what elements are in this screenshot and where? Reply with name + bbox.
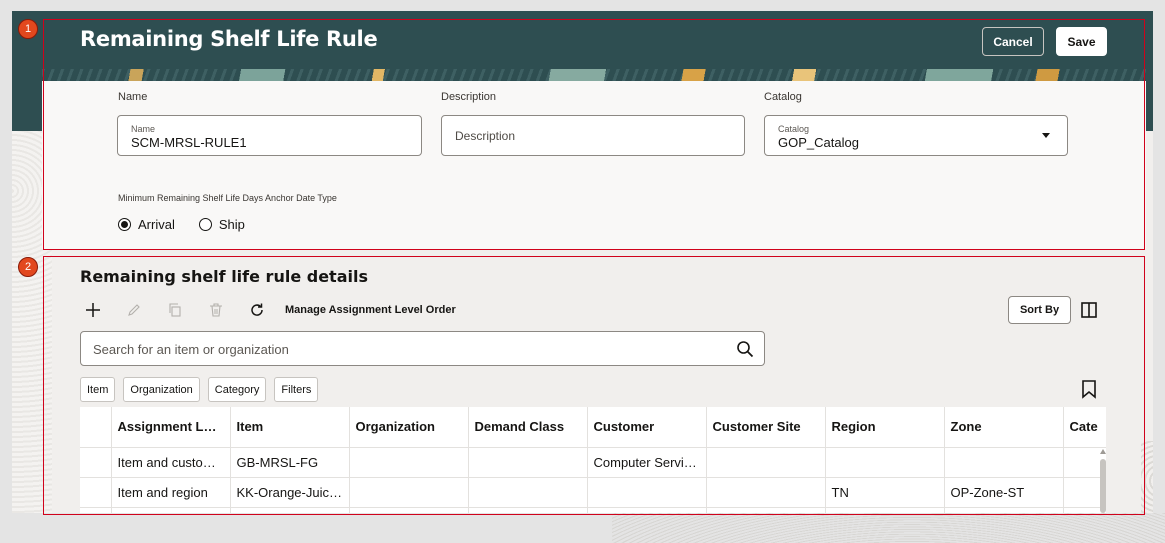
description-label: Description (441, 91, 497, 103)
radio-arrival-label: Arrival (138, 217, 175, 232)
rules-table: Assignment Level Item Organization Deman… (80, 407, 1106, 513)
column-header-region[interactable]: Region (825, 407, 945, 448)
table-cell (111, 507, 231, 513)
catalog-select[interactable]: Catalog GOP_Catalog (764, 115, 1068, 156)
filter-chip-item[interactable]: Item (80, 377, 116, 402)
table-cell (349, 477, 469, 508)
table-header-row: Assignment Level Item Organization Deman… (80, 407, 1106, 448)
column-header-assignment-level[interactable]: Assignment Level (111, 407, 231, 448)
table-cell: OP-Zone-ST (944, 477, 1064, 508)
delete-icon[interactable] (203, 298, 228, 322)
add-icon[interactable] (80, 298, 105, 322)
scrollbar-thumb[interactable] (1100, 459, 1106, 513)
background-texture-bottom (612, 513, 1165, 543)
column-panel-icon[interactable] (1079, 300, 1099, 320)
table-cell (349, 507, 469, 513)
details-section-title: Remaining shelf life rule details (80, 267, 368, 286)
column-header-customer-site[interactable]: Customer Site (706, 407, 826, 448)
table-cell (706, 447, 826, 478)
catalog-label: Catalog (764, 91, 802, 103)
column-header-organization[interactable]: Organization (349, 407, 469, 448)
table-cell (944, 447, 1064, 478)
table-cell: Computer Servi… (587, 447, 707, 478)
radio-arrival[interactable]: Arrival (118, 217, 175, 232)
radio-ship-label: Ship (218, 217, 245, 232)
table-row[interactable]: Item and region KK-Orange-Juic… TN OP-Zo… (80, 477, 1106, 508)
radio-ship[interactable]: Ship (198, 217, 245, 232)
filter-chip-organization[interactable]: Organization (123, 377, 200, 402)
radio-unselected-icon[interactable] (198, 218, 212, 231)
radio-selected-icon[interactable] (118, 218, 131, 231)
annotation-badge-2: 2 (18, 257, 38, 277)
table-scrollbar[interactable] (1098, 447, 1106, 513)
refresh-icon[interactable] (244, 298, 269, 322)
table-cell (349, 447, 469, 478)
chevron-down-icon[interactable] (1042, 133, 1050, 138)
column-header-item[interactable]: Item (230, 407, 350, 448)
column-header-demand-class[interactable]: Demand Class (468, 407, 588, 448)
column-header-category[interactable]: Cate (1063, 407, 1106, 448)
table-header-select (80, 407, 112, 448)
filter-chip-filters[interactable]: Filters (274, 377, 319, 402)
table-cell: TN (825, 477, 945, 508)
name-field-label: Name (131, 124, 156, 134)
annotation-badge-1: 1 (18, 19, 38, 39)
row-select-cell[interactable] (80, 507, 112, 513)
filter-chip-category[interactable]: Category (207, 377, 267, 402)
description-placeholder: Description (455, 129, 516, 143)
search-input[interactable] (93, 339, 713, 359)
header-decoration (42, 69, 1146, 81)
table-cell (468, 447, 588, 478)
row-select-cell[interactable] (80, 447, 112, 478)
description-field[interactable]: Description (441, 115, 745, 156)
duplicate-icon[interactable] (162, 298, 187, 322)
table-cell: GB-MRSL-FG (230, 447, 350, 478)
table-cell (587, 477, 707, 508)
filter-chips: Item Organization Category Filters (80, 377, 319, 402)
background-texture-right (1141, 441, 1153, 513)
table-cell (468, 507, 588, 513)
catalog-field-label: Catalog (778, 124, 810, 134)
scroll-up-icon[interactable] (1100, 449, 1106, 454)
search-icon[interactable] (736, 340, 754, 358)
page-frame: Remaining Shelf Life Rule Cancel Save Na… (12, 11, 1153, 513)
table-cell: KK-Orange-Juic… (230, 477, 350, 508)
table-cell (825, 447, 945, 478)
edit-icon[interactable] (121, 298, 146, 322)
table-cell: Item and custo… (111, 447, 231, 478)
anchor-date-type-radio-group: Arrival Ship (118, 217, 245, 232)
search-bar[interactable] (80, 331, 765, 366)
row-select-cell[interactable] (80, 477, 112, 508)
sort-by-button[interactable]: Sort By (1008, 296, 1071, 324)
anchor-date-type-label: Minimum Remaining Shelf Life Days Anchor… (118, 193, 337, 203)
column-header-customer[interactable]: Customer (587, 407, 707, 448)
table-cell (468, 477, 588, 508)
name-label: Name (118, 91, 148, 103)
cancel-button[interactable]: Cancel (982, 27, 1044, 56)
column-header-zone[interactable]: Zone (944, 407, 1064, 448)
name-field[interactable]: Name SCM-MRSL-RULE1 (117, 115, 422, 156)
save-button[interactable]: Save (1056, 27, 1107, 56)
table-cell: Item and region (111, 477, 231, 508)
catalog-field-value: GOP_Catalog (778, 135, 859, 150)
details-toolbar: Manage Assignment Level Order (80, 298, 456, 322)
table-row[interactable]: Item and custo… GB-MRSL-FG Computer Serv… (80, 447, 1106, 478)
name-field-value: SCM-MRSL-RULE1 (131, 135, 247, 150)
table-cell (706, 477, 826, 508)
table-cell (230, 507, 350, 513)
page-title: Remaining Shelf Life Rule (80, 27, 378, 51)
bookmark-icon[interactable] (1080, 379, 1098, 399)
manage-assignment-level-order-link[interactable]: Manage Assignment Level Order (285, 304, 456, 316)
